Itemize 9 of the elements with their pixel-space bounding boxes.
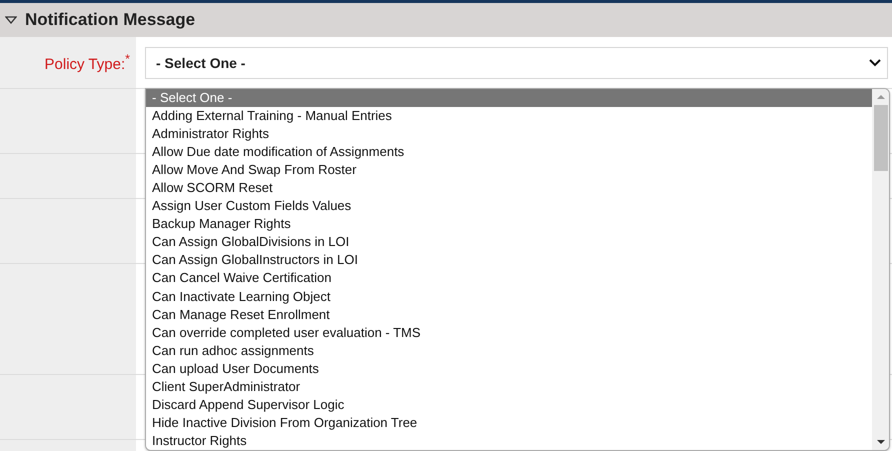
field-label: Policy Type:$^{*}$ bbox=[44, 52, 130, 73]
dropdown-option[interactable]: - Select One - bbox=[146, 89, 872, 108]
section-header[interactable]: Notification Message bbox=[0, 3, 892, 37]
select-field[interactable]: - Select One - bbox=[145, 46, 888, 78]
dropdown-option[interactable]: Instructor Rights bbox=[146, 432, 872, 450]
scrollbar-thumb[interactable] bbox=[874, 105, 888, 171]
chevron-down-icon bbox=[869, 58, 881, 66]
section-title: Notification Message bbox=[25, 10, 196, 30]
scrollbar[interactable] bbox=[872, 89, 889, 450]
